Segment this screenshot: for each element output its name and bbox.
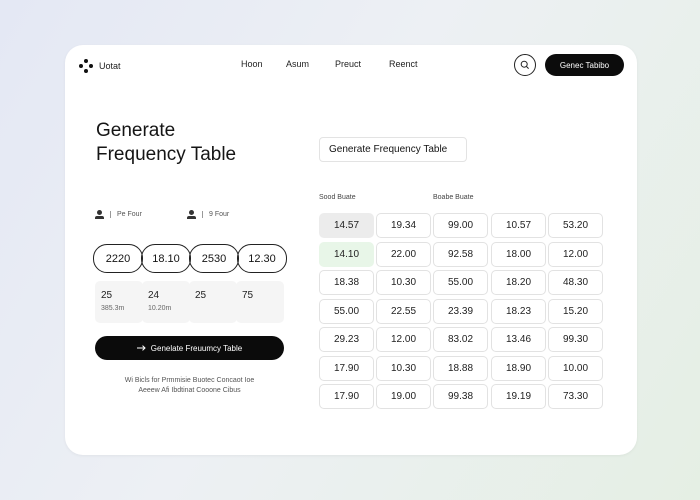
table-cell[interactable]: 83.02 [433, 327, 488, 352]
table-cell[interactable]: 10.57 [491, 213, 546, 238]
logo-icon [79, 59, 93, 73]
table-cell[interactable]: 73.30 [548, 384, 603, 409]
table-cell[interactable]: 22.00 [376, 242, 431, 267]
table-cell[interactable]: 10.00 [548, 356, 603, 381]
table-cell[interactable]: 48.30 [548, 270, 603, 295]
input-label-right-text: 9 Four [209, 211, 230, 218]
table-cell[interactable]: 18.38 [319, 270, 374, 295]
generate-table-cta-button[interactable]: Genec Tabibo [545, 54, 624, 76]
nav-item-recent[interactable]: Reenct [389, 59, 418, 69]
stat-card[interactable]: 25 385.3m [95, 281, 143, 323]
table-cell[interactable]: 19.00 [376, 384, 431, 409]
table-cell[interactable]: 18.23 [491, 299, 546, 324]
divider [110, 211, 111, 218]
stat-card[interactable]: 24 10.20m [142, 281, 190, 323]
table-cell[interactable]: 10.30 [376, 356, 431, 381]
brand-name: Uotat [99, 61, 121, 71]
divider [202, 211, 203, 218]
stat-value: 24 [148, 290, 160, 301]
footer-line-2: Aeeew Afi Ibdtinat Cooone Cibus [138, 387, 241, 394]
stat-card[interactable]: 25 [189, 281, 237, 323]
table-cell[interactable]: 10.30 [376, 270, 431, 295]
title-line-2: Frequency Table [96, 144, 237, 165]
table-cell[interactable]: 99.00 [433, 213, 488, 238]
stat-sub: 10.20m [148, 305, 172, 312]
footer-line-1: Wi Bicls for Prmmisie Buotec Concaot Ioe [124, 377, 255, 384]
stat-value: 75 [242, 290, 254, 301]
footer-note: Wi Bicls for Prmmisie Buotec Concaot Ioe… [95, 376, 284, 396]
table-cell[interactable]: 12.00 [376, 327, 431, 352]
generate-frequency-table-field[interactable]: Generate Frequency Table [319, 137, 467, 162]
stat-card[interactable]: 75 [236, 281, 284, 323]
table-cell[interactable]: 15.20 [548, 299, 603, 324]
value-pill[interactable]: 2530 [189, 244, 239, 273]
input-label-right: 9 Four [187, 210, 229, 219]
table-cell[interactable]: 14.10 [319, 242, 374, 267]
table-cell[interactable]: 18.20 [491, 270, 546, 295]
page-title: Generate Frequency Table [96, 119, 236, 167]
input-label-left: Pe Four [95, 210, 142, 219]
brand[interactable]: Uotat [79, 59, 121, 73]
table-cell[interactable]: 22.55 [376, 299, 431, 324]
value-pill[interactable]: 18.10 [141, 244, 191, 273]
table-cell[interactable]: 23.39 [433, 299, 488, 324]
title-line-1: Generate [96, 120, 176, 141]
table-cell[interactable]: 18.00 [491, 242, 546, 267]
table-cell[interactable]: 17.90 [319, 384, 374, 409]
nav-item-home[interactable]: Hoon [241, 59, 263, 69]
table-cell[interactable]: 18.90 [491, 356, 546, 381]
nav-item-product[interactable]: Preuct [335, 59, 361, 69]
table-cell[interactable]: 17.90 [319, 356, 374, 381]
table-cell[interactable]: 29.23 [319, 327, 374, 352]
table-cell[interactable]: 12.00 [548, 242, 603, 267]
stat-value: 25 [195, 290, 207, 301]
table-header-left: Sood Buate [319, 194, 356, 201]
table-cell[interactable]: 55.00 [433, 270, 488, 295]
nav-item-about[interactable]: Asum [286, 59, 309, 69]
value-pill[interactable]: 12.30 [237, 244, 287, 273]
user-icon [95, 210, 104, 219]
table-cell[interactable]: 14.57 [319, 213, 374, 238]
table-cell[interactable]: 18.88 [433, 356, 488, 381]
table-cell[interactable]: 55.00 [319, 299, 374, 324]
table-cell[interactable]: 99.30 [548, 327, 603, 352]
table-header-right: Boabe Buate [433, 194, 474, 201]
stat-sub: 385.3m [101, 305, 125, 312]
table-cell[interactable]: 99.38 [433, 384, 488, 409]
user-icon [187, 210, 196, 219]
table-cell[interactable]: 92.58 [433, 242, 488, 267]
arrow-right-icon [136, 345, 146, 351]
search-button[interactable] [514, 54, 536, 76]
input-label-left-text: Pe Four [117, 211, 142, 218]
table-cell[interactable]: 19.19 [491, 384, 546, 409]
table-cell[interactable]: 19.34 [376, 213, 431, 238]
table-cell[interactable]: 13.46 [491, 327, 546, 352]
table-cell[interactable]: 53.20 [548, 213, 603, 238]
generate-button-label: Genelate Freuumcy Table [150, 343, 243, 353]
stat-value: 25 [101, 290, 113, 301]
generate-frequency-table-button[interactable]: Genelate Freuumcy Table [95, 336, 284, 360]
main-card: Uotat Hoon Asum Preuct Reenct Genec Tabi… [65, 45, 637, 455]
value-pill[interactable]: 2220 [93, 244, 143, 273]
search-icon [520, 60, 529, 69]
